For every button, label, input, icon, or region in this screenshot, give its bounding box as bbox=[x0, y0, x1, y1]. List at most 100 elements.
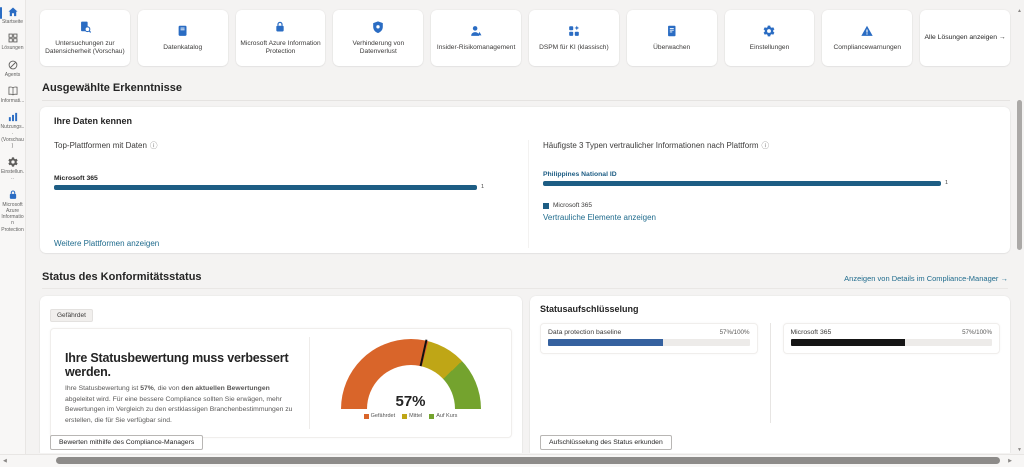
sidebar-item-label: Informati... bbox=[1, 98, 25, 104]
card-label: Verhinderung von Datenverlust bbox=[337, 40, 419, 56]
dspm-sparkle-icon bbox=[567, 24, 581, 41]
card-label: Untersuchungen zur Datensicherheit (Vors… bbox=[44, 40, 126, 56]
card-label: Einstellungen bbox=[750, 44, 790, 52]
bar-track bbox=[543, 181, 941, 186]
sidebar-item-usage[interactable]: Nutzungs... (Vorschau) bbox=[0, 111, 25, 149]
card-label: Alle Lösungen anzeigen → bbox=[924, 34, 1005, 42]
chart-title: Top-Plattformen mit Daten bbox=[54, 141, 147, 150]
score-gauge: 57% 0 100 Gefährdet Mittel Auf Kurs bbox=[310, 329, 511, 437]
card-dspm-for-ai[interactable]: DSPM für KI (klassisch) bbox=[529, 10, 619, 66]
compliance-score-card: Gefährdet Ihre Statusbewertung muss verb… bbox=[40, 296, 522, 453]
legend-label: Auf Kurs bbox=[436, 413, 457, 419]
chart-legend: Microsoft 365 bbox=[543, 202, 996, 209]
breakdown-col-m365: Microsoft 365 57%/100% bbox=[783, 323, 1001, 423]
sidebar-item-home[interactable]: Startseite bbox=[0, 6, 25, 25]
solution-cards-row: Untersuchungen zur Datensicherheit (Vors… bbox=[40, 10, 1010, 66]
sidebar-item-agents[interactable]: Agents bbox=[0, 59, 25, 78]
bar-label: Philippines National ID bbox=[543, 171, 996, 178]
progress-value: 57%/100% bbox=[720, 329, 750, 336]
show-all-solutions-card[interactable]: Alle Lösungen anzeigen → bbox=[920, 10, 1010, 66]
sidebar-item-label: Startseite bbox=[1, 19, 25, 25]
score-title: Ihre Statusbewertung muss verbessert wer… bbox=[65, 351, 299, 379]
warning-triangle-icon bbox=[860, 24, 874, 41]
card-label: DSPM für KI (klassisch) bbox=[539, 44, 609, 52]
usage-chart-icon bbox=[7, 111, 19, 123]
progress-value: 57%/100% bbox=[962, 329, 992, 336]
legend-swatch bbox=[402, 414, 407, 419]
gauge-legend: Gefährdet Mittel Auf Kurs bbox=[364, 413, 458, 419]
sidebar-item-solutions[interactable]: Lösungen bbox=[0, 32, 25, 51]
bar-value: 1 bbox=[945, 180, 948, 186]
card-compliance-alerts[interactable]: Compliancewarnungen bbox=[822, 10, 912, 66]
breakdown-col-baseline: Data protection baseline 57%/100% bbox=[540, 323, 758, 423]
vertical-scrollbar-thumb[interactable] bbox=[1017, 100, 1022, 250]
progress-track bbox=[548, 339, 750, 346]
horizontal-scrollbar-thumb[interactable] bbox=[56, 457, 1000, 464]
grid-icon bbox=[7, 32, 19, 44]
main-content: Untersuchungen zur Datensicherheit (Vors… bbox=[26, 0, 1014, 453]
score-description: Ihre Statusbewertung ist 57%, die von de… bbox=[65, 384, 299, 426]
horizontal-scrollbar[interactable]: ◀ ▶ bbox=[0, 454, 1024, 467]
legend-label: Mittel bbox=[409, 413, 422, 419]
sidebar-item-label: Lösungen bbox=[1, 45, 25, 51]
compliance-section-header: Status des Konformitätsstatus Anzeigen v… bbox=[42, 271, 1008, 289]
card-title: Ihre Daten kennen bbox=[54, 116, 996, 126]
legend-swatch bbox=[543, 203, 549, 209]
scroll-up-arrow[interactable]: ▲ bbox=[1017, 8, 1022, 14]
compliance-section-heading: Status des Konformitätsstatus bbox=[42, 271, 202, 283]
card-label: Überwachen bbox=[653, 44, 690, 52]
card-label: Microsoft Azure Information Protection bbox=[240, 40, 322, 56]
progress-fill bbox=[791, 339, 906, 346]
book-icon bbox=[7, 85, 19, 97]
scroll-right-arrow[interactable]: ▶ bbox=[1008, 458, 1012, 464]
info-icon[interactable]: ⓘ bbox=[762, 140, 770, 151]
know-your-data-card: Ihre Daten kennen Top-Plattformen mit Da… bbox=[40, 107, 1010, 253]
bar-fill bbox=[54, 185, 477, 190]
scroll-left-arrow[interactable]: ◀ bbox=[3, 458, 7, 464]
legend-label: Microsoft 365 bbox=[553, 202, 592, 209]
card-settings[interactable]: Einstellungen bbox=[725, 10, 815, 66]
compliance-manager-button[interactable]: Bewerten mithilfe des Compliance-Manager… bbox=[50, 435, 203, 450]
progress-label: Microsoft 365 bbox=[791, 329, 832, 336]
sensitive-items-link[interactable]: Vertrauliche Elemente anzeigen bbox=[543, 213, 996, 222]
sidebar-item-label: Einstellun... bbox=[1, 169, 25, 182]
card-label: Datenkatalog bbox=[163, 44, 202, 52]
sidebar-item-information[interactable]: Informati... bbox=[0, 85, 25, 104]
chart-title: Häufigste 3 Typen vertraulicher Informat… bbox=[543, 141, 759, 150]
dlp-shield-icon bbox=[371, 20, 385, 37]
card-audit[interactable]: Überwachen bbox=[627, 10, 717, 66]
info-icon[interactable]: ⓘ bbox=[150, 140, 158, 151]
sidebar-item-azure-information-protection[interactable]: Microsoft Azure Information Protection bbox=[0, 189, 25, 233]
bar-label: Microsoft 365 bbox=[54, 175, 498, 182]
home-icon bbox=[7, 6, 19, 18]
explore-breakdown-button[interactable]: Aufschlüsselung des Status erkunden bbox=[540, 435, 672, 450]
lock-icon bbox=[7, 189, 19, 201]
card-insider-risk-management[interactable]: Insider-Risikomanagement bbox=[431, 10, 521, 66]
legend-swatch bbox=[429, 414, 434, 419]
status-breakdown-card: Statusaufschlüsselung Data protection ba… bbox=[530, 296, 1010, 453]
sensitive-info-bar-chart: Philippines National ID 1 bbox=[543, 171, 996, 186]
insights-section-heading: Ausgewählte Erkenntnisse bbox=[42, 82, 1010, 101]
card-azure-information-protection[interactable]: Microsoft Azure Information Protection bbox=[236, 10, 326, 66]
gear-icon bbox=[762, 24, 776, 41]
bar-track bbox=[54, 185, 477, 190]
column-divider bbox=[770, 323, 771, 423]
card-data-loss-prevention[interactable]: Verhinderung von Datenverlust bbox=[333, 10, 423, 66]
top-platforms-column: Top-Plattformen mit Daten ⓘ Microsoft 36… bbox=[54, 140, 528, 248]
sidebar-item-label: Agents bbox=[1, 72, 25, 78]
audit-doc-icon bbox=[665, 24, 679, 41]
sidebar-item-settings[interactable]: Einstellun... bbox=[0, 156, 25, 182]
legend-swatch bbox=[364, 414, 369, 419]
card-label: Insider-Risikomanagement bbox=[437, 44, 515, 52]
more-platforms-link[interactable]: Weitere Plattformen anzeigen bbox=[54, 239, 498, 248]
agents-icon bbox=[7, 59, 19, 71]
compliance-manager-details-link[interactable]: Anzeigen von Details im Compliance-Manag… bbox=[844, 274, 1008, 283]
progress-label: Data protection baseline bbox=[548, 329, 621, 336]
card-label: Compliancewarnungen bbox=[834, 44, 901, 52]
bar-value: 1 bbox=[481, 184, 484, 190]
gauge-value: 57% bbox=[341, 393, 481, 409]
card-data-security-investigations[interactable]: Untersuchungen zur Datensicherheit (Vors… bbox=[40, 10, 130, 66]
scroll-down-arrow[interactable]: ▼ bbox=[1017, 447, 1022, 453]
legend-label: Gefährdet bbox=[371, 413, 395, 419]
card-data-catalog[interactable]: Datenkatalog bbox=[138, 10, 228, 66]
